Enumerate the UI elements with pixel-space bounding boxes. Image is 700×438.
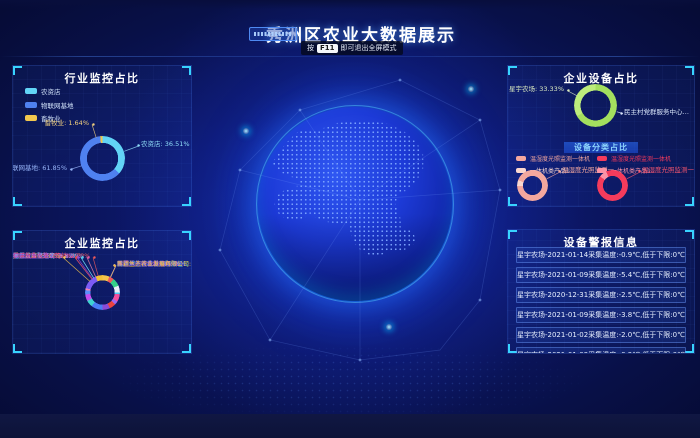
panel-enterprise-monitor-ratio: 企业监控占比 星宇农场: 6.87% 红娟蔬菜专业合作社: 4.72% 家绿纺织… xyxy=(12,230,192,354)
fullscreen-hint: 按 F11 即可退出全屏模式 xyxy=(301,41,403,55)
alarm-text: 星宇农场-2020-12-31采集温度:-2.5℃,低于下限:0℃ xyxy=(517,290,685,300)
legend-swatch xyxy=(25,102,37,108)
enterprise-label: 新颖生态农业发展有限公司: 6.87% xyxy=(117,261,192,268)
legend-item: 农资店 xyxy=(25,86,74,96)
legend-swatch xyxy=(25,115,37,121)
callout-service-center: 民主村党群服务中心… xyxy=(624,109,689,116)
callout-store: 农资店: 36.51% xyxy=(141,141,190,148)
device-left-donut-chart xyxy=(517,170,548,201)
panel-title: 企业设备占比 xyxy=(508,70,694,86)
legend-item: 温湿度光照监测一体机 xyxy=(516,154,590,163)
hint-suffix: 即可退出全屏模式 xyxy=(341,43,397,53)
alarm-row: 星宇农场-2021-01-09采集温度:-5.4℃,低于下限:0℃ xyxy=(516,267,686,283)
panel-device-alarms: 设备警报信息 星宇农场-2021-01-14采集温度:-0.9℃,低于下限:0℃… xyxy=(507,229,695,354)
glow-dot xyxy=(468,86,474,92)
panel-equipment-ratio: 企业设备占比 星宇农场: 33.33% 民主村党群服务中心… 设备分类占比 温湿… xyxy=(507,65,695,207)
enterprise-label: 红梅园生态农业: 7.3% xyxy=(13,253,74,260)
alarm-text: 星宇农场-2021-01-09采集温度:-0.9℃,低于下限:0℃ xyxy=(517,350,685,354)
legend-item: 温湿度光照监测一体机 xyxy=(597,154,671,163)
glow-dot xyxy=(386,324,392,330)
device-category-subtitle: 设备分类占比 xyxy=(564,142,638,153)
hint-prefix: 按 xyxy=(307,43,314,53)
alarm-list: 星宇农场-2021-01-14采集温度:-0.9℃,低于下限:0℃ 星宇农场-2… xyxy=(516,247,686,354)
industry-donut-chart xyxy=(80,136,125,181)
callout-livestock: 畜牧业: 1.64% xyxy=(45,120,89,127)
callout-device-right: 温湿度光照监测一… xyxy=(642,167,695,174)
legend-swatch xyxy=(597,156,607,161)
equipment-donut-chart xyxy=(574,84,617,127)
panel-title: 企业监控占比 xyxy=(13,235,191,251)
glow-dot xyxy=(243,128,249,134)
alarm-row: 星宇农场-2021-01-09采集温度:-3.8℃,低于下限:0℃ xyxy=(516,307,686,323)
globe-continents xyxy=(263,112,447,296)
device-right-donut-chart xyxy=(597,170,628,201)
alarm-row: 星宇农场-2021-01-09采集温度:-0.9℃,低于下限:0℃ xyxy=(516,347,686,354)
callout-farm: 星宇农场: 33.33% xyxy=(509,86,564,93)
legend-label: 温湿度光照监测一体机 xyxy=(530,154,590,163)
globe xyxy=(258,107,452,301)
alarm-row: 星宇农场-2021-01-02采集温度:-2.0℃,低于下限:0℃ xyxy=(516,327,686,343)
f11-key-badge: F11 xyxy=(317,44,338,53)
alarm-row: 星宇农场-2021-01-14采集温度:-0.9℃,低于下限:0℃ xyxy=(516,247,686,263)
legend-item: 物联网基地 xyxy=(25,100,74,110)
top-edge-decoration xyxy=(0,0,700,9)
footer-band xyxy=(0,414,700,438)
panel-title: 行业监控占比 xyxy=(13,70,191,86)
legend-label: 农资店 xyxy=(41,86,61,96)
legend-label: 温湿度光照监测一体机 xyxy=(611,154,671,163)
enterprise-donut-chart xyxy=(85,275,120,310)
panel-industry-monitor-ratio: 行业监控占比 农资店 物联网基地 畜牧业 畜牧业: 1.64% 农资店: 36.… xyxy=(12,65,192,207)
callout-iot: 物联网基地: 61.85% xyxy=(12,165,67,172)
legend-swatch xyxy=(25,88,37,94)
dot-texture xyxy=(120,345,580,417)
legend-label: 物联网基地 xyxy=(41,100,74,110)
legend-swatch xyxy=(516,156,526,161)
alarm-text: 星宇农场-2021-01-09采集温度:-3.8℃,低于下限:0℃ xyxy=(517,310,685,320)
alarm-text: 星宇农场-2021-01-14采集温度:-0.9℃,低于下限:0℃ xyxy=(517,250,685,260)
brand-logo-badge xyxy=(249,27,297,41)
alarm-text: 星宇农场-2021-01-02采集温度:-2.0℃,低于下限:0℃ xyxy=(517,330,685,340)
alarm-row: 星宇农场-2020-12-31采集温度:-2.5℃,低于下限:0℃ xyxy=(516,287,686,303)
alarm-text: 星宇农场-2021-01-09采集温度:-5.4℃,低于下限:0℃ xyxy=(517,270,685,280)
industry-legend: 农资店 物联网基地 畜牧业 xyxy=(25,86,74,123)
